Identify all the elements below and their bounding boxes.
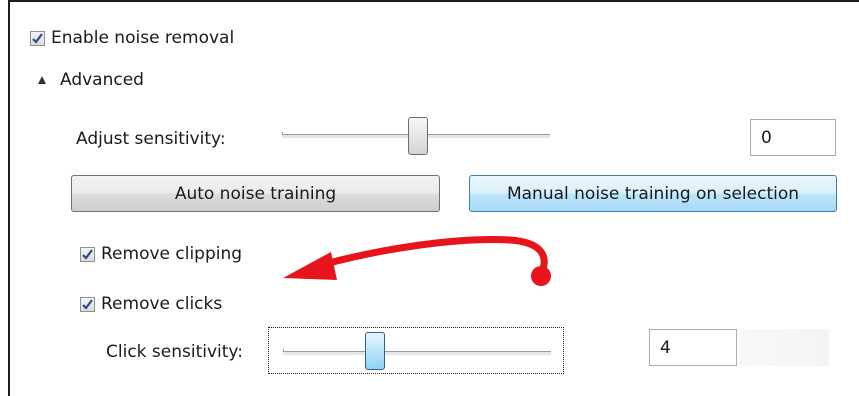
adjust-sensitivity-label: Adjust sensitivity: [76, 129, 226, 149]
slider-thumb[interactable] [365, 332, 385, 370]
click-sensitivity-value: 4 [660, 337, 671, 358]
slider-track [283, 351, 551, 356]
remove-clicks-row[interactable]: Remove clicks [80, 294, 222, 314]
sensitivity-value-field[interactable]: 0 [750, 119, 836, 156]
red-arrow-annotation-icon [283, 236, 551, 286]
advanced-expander[interactable]: Advanced [38, 70, 144, 90]
remove-clicks-checkbox[interactable] [80, 296, 95, 312]
enable-noise-removal-label: Enable noise removal [51, 28, 235, 48]
check-icon [32, 32, 43, 44]
remove-clipping-label: Remove clipping [101, 244, 243, 264]
noise-removal-panel: Enable noise removal Advanced Adjust sen… [8, 0, 859, 396]
slider-thumb[interactable] [408, 117, 428, 155]
remove-clipping-row[interactable]: Remove clipping [80, 244, 242, 264]
enable-noise-removal-row[interactable]: Enable noise removal [30, 28, 234, 48]
sensitivity-value: 0 [761, 127, 772, 148]
click-sensitivity-label: Click sensitivity: [106, 342, 243, 362]
check-icon [82, 298, 93, 310]
click-sensitivity-slider[interactable] [268, 327, 564, 374]
advanced-label: Advanced [60, 70, 144, 90]
manual-noise-training-button[interactable]: Manual noise training on selection [469, 175, 837, 212]
auto-noise-training-button[interactable]: Auto noise training [71, 175, 440, 212]
manual-noise-training-label: Manual noise training on selection [506, 183, 800, 204]
remove-clipping-checkbox[interactable] [80, 246, 95, 262]
auto-noise-training-label: Auto noise training [174, 183, 337, 204]
faded-background-area [739, 329, 829, 366]
remove-clicks-label: Remove clicks [101, 294, 223, 314]
triangle-expanded-icon [38, 76, 46, 84]
click-sensitivity-value-field[interactable]: 4 [649, 329, 737, 366]
adjust-sensitivity-slider[interactable] [282, 114, 552, 158]
enable-noise-removal-checkbox[interactable] [30, 30, 45, 46]
check-icon [82, 248, 93, 260]
